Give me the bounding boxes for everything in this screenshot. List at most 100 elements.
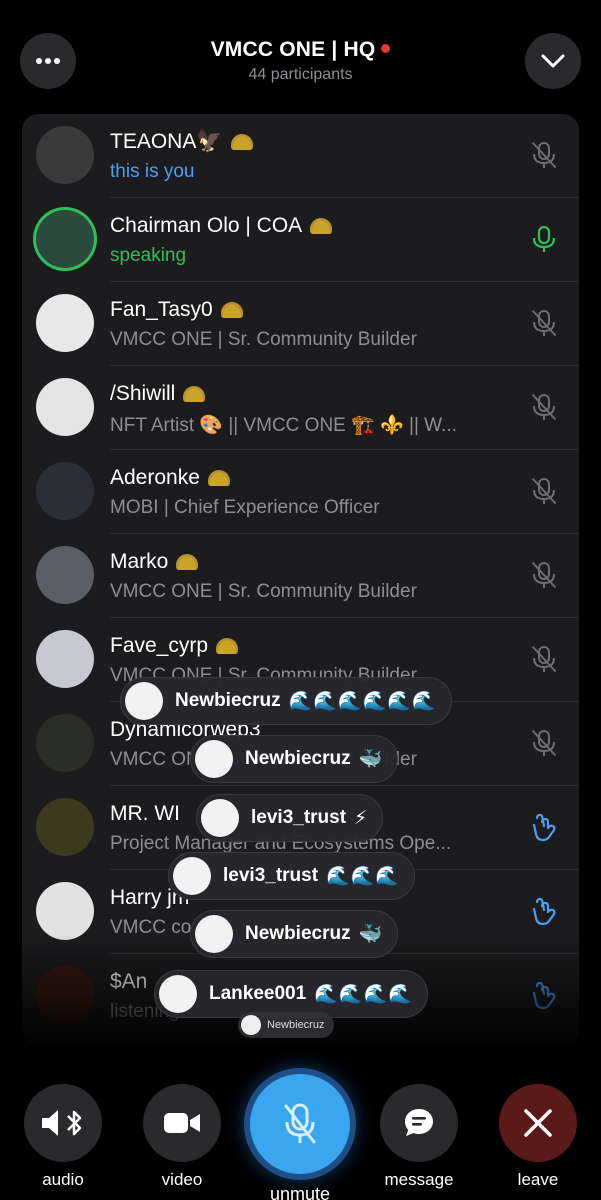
avatar — [36, 462, 94, 520]
avatar — [241, 1015, 261, 1035]
audio-button[interactable] — [24, 1084, 102, 1162]
participant-name: Aderonke — [110, 466, 200, 489]
video-label: video — [161, 1170, 203, 1189]
call-title-block: VMCC ONE | HQ 44 participants — [0, 38, 601, 84]
chevron-down-icon — [541, 54, 565, 68]
participant-row[interactable]: /Shiwill NFT Artist 🎨 || VMCC ONE 🏗️ ⚜️ |… — [22, 366, 579, 450]
reaction-pill: levi3_trust ⚡ — [196, 794, 384, 842]
participant-mic-status — [529, 308, 559, 338]
raise-hand-icon — [532, 813, 556, 842]
reaction-name: Newbiecruz — [245, 748, 351, 769]
participants-count: 44 participants — [248, 66, 353, 83]
participant-mic-status — [529, 896, 559, 926]
participant-subtitle: MOBI | Chief Experience Officer — [110, 497, 380, 518]
helmet-badge-icon — [216, 638, 238, 654]
avatar — [36, 630, 94, 688]
avatar — [36, 210, 94, 268]
avatar — [125, 682, 163, 720]
audio-control[interactable]: audio — [24, 1084, 102, 1190]
video-camera-icon — [164, 1113, 200, 1133]
reaction-pill: Newbiecruz 🐳 — [190, 735, 399, 783]
unmute-label: unmute — [269, 1184, 331, 1200]
video-button[interactable] — [143, 1084, 221, 1162]
avatar — [36, 126, 94, 184]
mini-reaction-name: Newbiecruz — [267, 1019, 325, 1031]
leave-label: leave — [517, 1170, 559, 1189]
mic-muted-icon — [532, 478, 556, 504]
avatar — [195, 740, 233, 778]
avatar — [195, 915, 233, 953]
avatar — [36, 294, 94, 352]
participant-name: Fave_cyrp — [110, 634, 209, 657]
participant-mic-status — [529, 392, 559, 422]
call-title: VMCC ONE | HQ — [210, 38, 376, 61]
reaction-emoji: 🌊🌊🌊🌊 — [314, 984, 413, 1005]
reaction-emoji: ⚡ — [354, 807, 369, 829]
participants-list[interactable]: TEAONA🦅 this is you Chairman Olo | COA spea… — [22, 114, 579, 1044]
avatar — [159, 975, 197, 1013]
participant-row[interactable]: Aderonke MOBI | Chief Experience Officer — [22, 450, 579, 534]
reaction-emoji: 🌊🌊🌊 — [326, 866, 401, 887]
participant-subtitle: NFT Artist 🎨 || VMCC ONE 🏗️ ⚜️ || W... — [110, 415, 457, 436]
message-button[interactable] — [380, 1084, 458, 1162]
participant-row[interactable]: Fan_Tasy0 VMCC ONE | Sr. Community Builde… — [22, 282, 579, 366]
live-dot — [381, 44, 391, 53]
participant-name: Fan_Tasy0 — [110, 298, 213, 321]
participant-row[interactable]: Marko VMCC ONE | Sr. Community Builder — [22, 534, 579, 618]
helmet-badge-icon — [208, 470, 230, 486]
participant-mic-status — [529, 644, 559, 674]
avatar — [36, 882, 94, 940]
reaction-pill: Newbiecruz 🐳 — [190, 910, 399, 958]
reaction-emoji: 🐳 — [358, 924, 384, 945]
participant-mic-status — [529, 560, 559, 590]
close-icon — [524, 1109, 552, 1137]
participant-row[interactable]: Chairman Olo | COA speaking — [22, 198, 579, 282]
participant-row[interactable]: TEAONA🦅 this is you — [22, 114, 579, 198]
participant-mic-status — [529, 476, 559, 506]
participant-mic-status — [529, 812, 559, 842]
unmute-button[interactable] — [250, 1074, 350, 1174]
mic-muted-icon — [532, 730, 556, 756]
message-control[interactable]: message — [380, 1084, 458, 1190]
mic-muted-icon — [532, 142, 556, 168]
minimize-button[interactable] — [525, 33, 581, 89]
reaction-name: Lankee001 — [209, 983, 307, 1004]
audio-label: audio — [42, 1170, 84, 1189]
reaction-pill: Lankee001 🌊🌊🌊🌊 — [154, 970, 428, 1018]
participant-subtitle: VMCC ONE | Sr. Community Builder — [110, 329, 417, 350]
avatar — [173, 857, 211, 895]
reaction-pill: levi3_trust 🌊🌊🌊 — [168, 852, 416, 900]
mic-muted-icon — [532, 646, 556, 672]
message-icon — [405, 1109, 433, 1136]
participant-name: TEAONA🦅 — [110, 130, 223, 153]
leave-button[interactable] — [499, 1084, 577, 1162]
avatar — [36, 798, 94, 856]
unmute-control[interactable]: unmute — [250, 1074, 350, 1200]
mini-reaction: Newbiecruz — [238, 1012, 335, 1038]
helmet-badge-icon — [231, 134, 253, 150]
video-control[interactable]: video — [143, 1084, 221, 1190]
mic-muted-icon — [532, 394, 556, 420]
mic-off-icon — [284, 1103, 316, 1144]
participant-subtitle: VMCC ONE | Sr. Community Builder — [110, 581, 417, 602]
reaction-name: levi3_trust — [251, 807, 347, 828]
helmet-badge-icon — [176, 554, 198, 570]
mic-muted-icon — [532, 310, 556, 336]
avatar — [36, 378, 94, 436]
participant-mic-status — [529, 140, 559, 170]
reaction-name: Newbiecruz — [245, 923, 351, 944]
helmet-badge-icon — [310, 218, 332, 234]
mic-active-icon — [532, 225, 556, 252]
participant-subtitle: this is you — [110, 161, 195, 182]
mic-muted-icon — [532, 562, 556, 588]
participant-subtitle: speaking — [110, 245, 187, 266]
participant-name: Marko — [110, 550, 169, 573]
participant-mic-status — [529, 224, 559, 254]
participant-mic-status — [529, 728, 559, 758]
leave-control[interactable]: leave — [499, 1084, 577, 1190]
reaction-name: levi3_trust — [223, 865, 319, 886]
message-label: message — [384, 1170, 454, 1189]
reaction-emoji: 🐳 — [358, 749, 384, 770]
raise-hand-icon — [532, 897, 556, 926]
participant-name: /Shiwill — [110, 382, 176, 405]
